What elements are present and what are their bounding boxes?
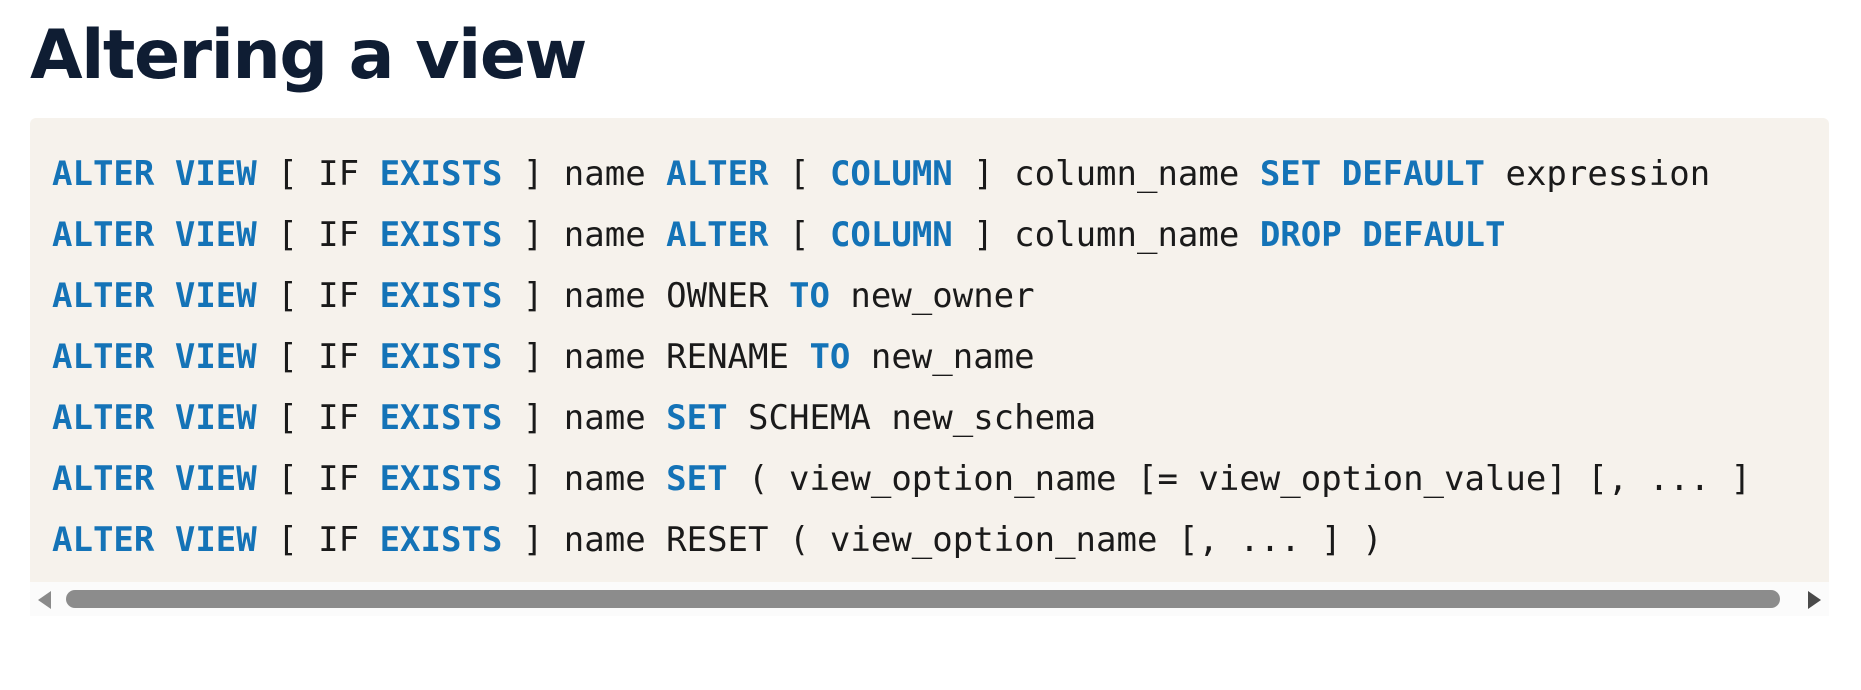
code-keyword: VIEW: [174, 459, 257, 499]
code-text: ] name: [502, 398, 667, 438]
code-keyword: ALTER: [52, 459, 155, 499]
code-keyword: EXISTS: [379, 398, 503, 438]
code-keyword: EXISTS: [379, 276, 503, 316]
code-keyword: ALTER: [52, 398, 155, 438]
scroll-right-icon[interactable]: [1808, 591, 1821, 609]
code-text: ] name OWNER: [502, 276, 789, 316]
code-text: [ IF: [256, 276, 380, 316]
code-text: [ IF: [256, 398, 380, 438]
code-keyword: ALTER: [52, 337, 155, 377]
code-line: ALTER VIEW [ IF EXISTS ] name ALTER [ CO…: [52, 144, 1829, 205]
code-text: ] name RESET ( view_option_name [, ... ]…: [502, 520, 1383, 560]
code-keyword: ALTER: [52, 154, 155, 194]
code-text: [: [768, 215, 830, 255]
code-block: ALTER VIEW [ IF EXISTS ] name ALTER [ CO…: [30, 118, 1829, 616]
code-keyword: SET: [1259, 154, 1322, 194]
code-keyword: EXISTS: [379, 459, 503, 499]
code-keyword: VIEW: [174, 215, 257, 255]
code-keyword: EXISTS: [379, 215, 503, 255]
code-text: ( view_option_name [= view_option_value]…: [727, 459, 1752, 499]
code-text: ] column_name: [952, 215, 1260, 255]
scroll-left-icon[interactable]: [38, 591, 51, 609]
code-text: ] column_name: [952, 154, 1260, 194]
code-text: SCHEMA new_schema: [727, 398, 1097, 438]
code-line: ALTER VIEW [ IF EXISTS ] name RESET ( vi…: [52, 510, 1829, 571]
code-text: [ IF: [256, 520, 380, 560]
code-keyword: VIEW: [174, 337, 257, 377]
horizontal-scrollbar[interactable]: [30, 582, 1829, 616]
code-keyword: TO: [788, 276, 830, 316]
code-text: ] name RENAME: [502, 337, 810, 377]
page-title: Altering a view: [30, 16, 587, 95]
code-keyword: EXISTS: [379, 520, 503, 560]
code-keyword: SET: [666, 398, 728, 438]
code-keyword: ALTER: [52, 215, 155, 255]
code-keyword: ALTER: [52, 276, 155, 316]
code-text: ] name: [502, 154, 667, 194]
code-text: ] name: [502, 215, 667, 255]
code-line: ALTER VIEW [ IF EXISTS ] name SET ( view…: [52, 449, 1829, 510]
code-text: new_owner: [829, 276, 1035, 316]
code-text: expression: [1485, 154, 1711, 194]
code-keyword: COLUMN: [829, 154, 953, 194]
code-keyword: VIEW: [174, 398, 257, 438]
code-keyword: ALTER: [666, 154, 769, 194]
code-keyword: EXISTS: [379, 337, 503, 377]
code-keyword: ALTER: [666, 215, 769, 255]
code-line: ALTER VIEW [ IF EXISTS ] name ALTER [ CO…: [52, 205, 1829, 266]
code-text: [ IF: [256, 337, 380, 377]
code-keyword: ALTER: [52, 520, 155, 560]
code-lines: ALTER VIEW [ IF EXISTS ] name ALTER [ CO…: [52, 144, 1829, 571]
code-line: ALTER VIEW [ IF EXISTS ] name RENAME TO …: [52, 327, 1829, 388]
code-text: [ IF: [256, 215, 380, 255]
code-text: [: [768, 154, 830, 194]
code-line: ALTER VIEW [ IF EXISTS ] name OWNER TO n…: [52, 266, 1829, 327]
code-text: ] name: [502, 459, 667, 499]
code-line: ALTER VIEW [ IF EXISTS ] name SET SCHEMA…: [52, 388, 1829, 449]
scrollbar-thumb[interactable]: [66, 590, 1780, 608]
code-text: new_name: [850, 337, 1035, 377]
code-keyword: COLUMN: [829, 215, 953, 255]
code-keyword: EXISTS: [379, 154, 503, 194]
code-keyword: DEFAULT: [1341, 154, 1486, 194]
code-text: [ IF: [256, 459, 380, 499]
code-keyword: DROP: [1259, 215, 1342, 255]
code-keyword: DEFAULT: [1362, 215, 1506, 255]
code-keyword: VIEW: [174, 276, 257, 316]
code-keyword: VIEW: [174, 520, 257, 560]
code-keyword: VIEW: [174, 154, 257, 194]
code-text: [ IF: [256, 154, 380, 194]
code-keyword: TO: [809, 337, 851, 377]
code-keyword: SET: [666, 459, 728, 499]
